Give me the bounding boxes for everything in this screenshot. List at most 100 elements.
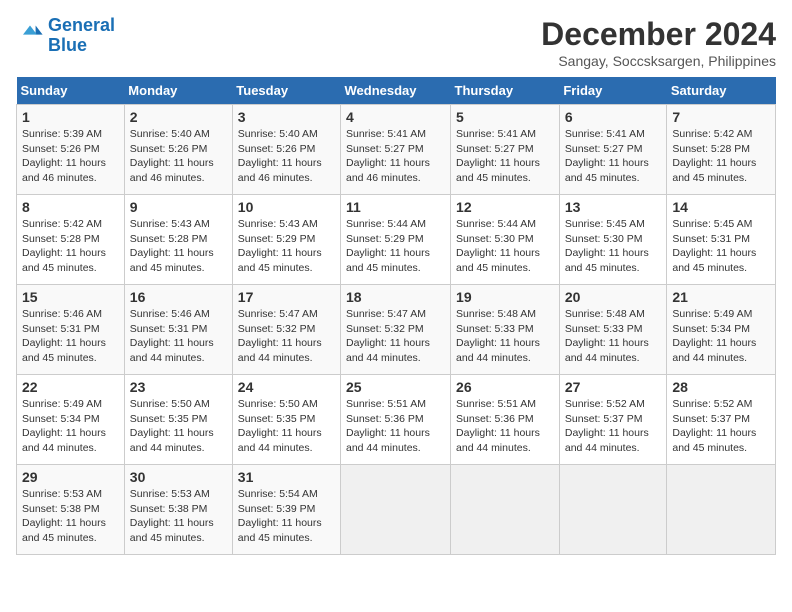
calendar-cell: 29 Sunrise: 5:53 AM Sunset: 5:38 PM Dayli… [17, 465, 125, 555]
calendar-cell: 20 Sunrise: 5:48 AM Sunset: 5:33 PM Dayli… [559, 285, 667, 375]
day-info: Sunrise: 5:53 AM Sunset: 5:38 PM Dayligh… [22, 487, 119, 546]
title-section: December 2024 Sangay, Soccsksargen, Phil… [541, 16, 776, 69]
calendar-cell: 14 Sunrise: 5:45 AM Sunset: 5:31 PM Dayli… [667, 195, 776, 285]
calendar-cell: 25 Sunrise: 5:51 AM Sunset: 5:36 PM Dayli… [341, 375, 451, 465]
day-info: Sunrise: 5:53 AM Sunset: 5:38 PM Dayligh… [130, 487, 227, 546]
calendar-cell: 22 Sunrise: 5:49 AM Sunset: 5:34 PM Dayli… [17, 375, 125, 465]
calendar-week-3: 15 Sunrise: 5:46 AM Sunset: 5:31 PM Dayli… [17, 285, 776, 375]
day-info: Sunrise: 5:41 AM Sunset: 5:27 PM Dayligh… [565, 127, 662, 186]
logo-line2: Blue [48, 35, 87, 55]
calendar-cell: 30Sunrise: 5:53 AM Sunset: 5:38 PM Dayli… [124, 465, 232, 555]
day-number: 29 [22, 469, 119, 485]
calendar-cell: 26 Sunrise: 5:51 AM Sunset: 5:36 PM Dayli… [451, 375, 560, 465]
weekday-header-sunday: Sunday [17, 77, 125, 105]
day-info: Sunrise: 5:44 AM Sunset: 5:29 PM Dayligh… [346, 217, 445, 276]
day-info: Sunrise: 5:49 AM Sunset: 5:34 PM Dayligh… [22, 397, 119, 456]
calendar-cell: 17Sunrise: 5:47 AM Sunset: 5:32 PM Dayli… [232, 285, 340, 375]
day-info: Sunrise: 5:47 AM Sunset: 5:32 PM Dayligh… [346, 307, 445, 366]
calendar-cell: 1Sunrise: 5:39 AM Sunset: 5:26 PM Daylig… [17, 105, 125, 195]
calendar-cell: 6 Sunrise: 5:41 AM Sunset: 5:27 PM Daylig… [559, 105, 667, 195]
calendar-cell: 28 Sunrise: 5:52 AM Sunset: 5:37 PM Dayli… [667, 375, 776, 465]
day-info: Sunrise: 5:49 AM Sunset: 5:34 PM Dayligh… [672, 307, 770, 366]
day-number: 12 [456, 199, 554, 215]
day-info: Sunrise: 5:47 AM Sunset: 5:32 PM Dayligh… [238, 307, 335, 366]
day-number: 7 [672, 109, 770, 125]
calendar-table: SundayMondayTuesdayWednesdayThursdayFrid… [16, 77, 776, 555]
weekday-header-monday: Monday [124, 77, 232, 105]
calendar-cell: 8 Sunrise: 5:42 AM Sunset: 5:28 PM Daylig… [17, 195, 125, 285]
calendar-cell: 15Sunrise: 5:46 AM Sunset: 5:31 PM Dayli… [17, 285, 125, 375]
day-number: 18 [346, 289, 445, 305]
day-number: 6 [565, 109, 662, 125]
day-info: Sunrise: 5:51 AM Sunset: 5:36 PM Dayligh… [346, 397, 445, 456]
day-number: 14 [672, 199, 770, 215]
day-info: Sunrise: 5:42 AM Sunset: 5:28 PM Dayligh… [22, 217, 119, 276]
weekday-header-thursday: Thursday [451, 77, 560, 105]
calendar-week-2: 8 Sunrise: 5:42 AM Sunset: 5:28 PM Daylig… [17, 195, 776, 285]
day-info: Sunrise: 5:40 AM Sunset: 5:26 PM Dayligh… [130, 127, 227, 186]
calendar-cell: 2Sunrise: 5:40 AM Sunset: 5:26 PM Daylig… [124, 105, 232, 195]
day-info: Sunrise: 5:52 AM Sunset: 5:37 PM Dayligh… [672, 397, 770, 456]
calendar-cell: 13Sunrise: 5:45 AM Sunset: 5:30 PM Dayli… [559, 195, 667, 285]
day-info: Sunrise: 5:44 AM Sunset: 5:30 PM Dayligh… [456, 217, 554, 276]
day-info: Sunrise: 5:46 AM Sunset: 5:31 PM Dayligh… [130, 307, 227, 366]
day-info: Sunrise: 5:51 AM Sunset: 5:36 PM Dayligh… [456, 397, 554, 456]
weekday-header-wednesday: Wednesday [341, 77, 451, 105]
day-number: 31 [238, 469, 335, 485]
logo: General Blue [16, 16, 115, 56]
calendar-cell: 23 Sunrise: 5:50 AM Sunset: 5:35 PM Dayli… [124, 375, 232, 465]
day-number: 16 [130, 289, 227, 305]
month-title: December 2024 [541, 16, 776, 53]
day-info: Sunrise: 5:45 AM Sunset: 5:30 PM Dayligh… [565, 217, 662, 276]
weekday-header-friday: Friday [559, 77, 667, 105]
calendar-cell: 31 Sunrise: 5:54 AM Sunset: 5:39 PM Dayli… [232, 465, 340, 555]
calendar-cell: 18 Sunrise: 5:47 AM Sunset: 5:32 PM Dayli… [341, 285, 451, 375]
calendar-week-1: 1Sunrise: 5:39 AM Sunset: 5:26 PM Daylig… [17, 105, 776, 195]
day-info: Sunrise: 5:50 AM Sunset: 5:35 PM Dayligh… [130, 397, 227, 456]
day-number: 3 [238, 109, 335, 125]
day-info: Sunrise: 5:45 AM Sunset: 5:31 PM Dayligh… [672, 217, 770, 276]
calendar-cell [559, 465, 667, 555]
day-info: Sunrise: 5:41 AM Sunset: 5:27 PM Dayligh… [456, 127, 554, 186]
calendar-cell: 9 Sunrise: 5:43 AM Sunset: 5:28 PM Daylig… [124, 195, 232, 285]
day-number: 5 [456, 109, 554, 125]
day-number: 1 [22, 109, 119, 125]
day-number: 27 [565, 379, 662, 395]
day-info: Sunrise: 5:52 AM Sunset: 5:37 PM Dayligh… [565, 397, 662, 456]
day-number: 15 [22, 289, 119, 305]
calendar-header: SundayMondayTuesdayWednesdayThursdayFrid… [17, 77, 776, 105]
location-subtitle: Sangay, Soccsksargen, Philippines [541, 53, 776, 69]
day-info: Sunrise: 5:43 AM Sunset: 5:29 PM Dayligh… [238, 217, 335, 276]
day-info: Sunrise: 5:48 AM Sunset: 5:33 PM Dayligh… [565, 307, 662, 366]
day-number: 24 [238, 379, 335, 395]
day-number: 23 [130, 379, 227, 395]
page-header: General Blue December 2024 Sangay, Soccs… [16, 16, 776, 69]
logo-icon [16, 22, 44, 50]
calendar-cell: 12 Sunrise: 5:44 AM Sunset: 5:30 PM Dayli… [451, 195, 560, 285]
day-info: Sunrise: 5:43 AM Sunset: 5:28 PM Dayligh… [130, 217, 227, 276]
calendar-cell: 27 Sunrise: 5:52 AM Sunset: 5:37 PM Dayli… [559, 375, 667, 465]
calendar-cell: 11 Sunrise: 5:44 AM Sunset: 5:29 PM Dayli… [341, 195, 451, 285]
calendar-cell: 4Sunrise: 5:41 AM Sunset: 5:27 PM Daylig… [341, 105, 451, 195]
weekday-header-tuesday: Tuesday [232, 77, 340, 105]
calendar-cell: 16 Sunrise: 5:46 AM Sunset: 5:31 PM Dayli… [124, 285, 232, 375]
calendar-week-5: 29 Sunrise: 5:53 AM Sunset: 5:38 PM Dayli… [17, 465, 776, 555]
day-info: Sunrise: 5:40 AM Sunset: 5:26 PM Dayligh… [238, 127, 335, 186]
day-number: 8 [22, 199, 119, 215]
calendar-cell: 5 Sunrise: 5:41 AM Sunset: 5:27 PM Daylig… [451, 105, 560, 195]
calendar-cell [341, 465, 451, 555]
day-number: 26 [456, 379, 554, 395]
calendar-cell: 19Sunrise: 5:48 AM Sunset: 5:33 PM Dayli… [451, 285, 560, 375]
day-number: 20 [565, 289, 662, 305]
day-number: 19 [456, 289, 554, 305]
calendar-cell: 21 Sunrise: 5:49 AM Sunset: 5:34 PM Dayli… [667, 285, 776, 375]
calendar-cell: 7Sunrise: 5:42 AM Sunset: 5:28 PM Daylig… [667, 105, 776, 195]
day-number: 9 [130, 199, 227, 215]
day-number: 28 [672, 379, 770, 395]
logo-text: General Blue [48, 16, 115, 56]
day-number: 11 [346, 199, 445, 215]
day-number: 22 [22, 379, 119, 395]
day-number: 25 [346, 379, 445, 395]
day-info: Sunrise: 5:54 AM Sunset: 5:39 PM Dayligh… [238, 487, 335, 546]
day-number: 21 [672, 289, 770, 305]
